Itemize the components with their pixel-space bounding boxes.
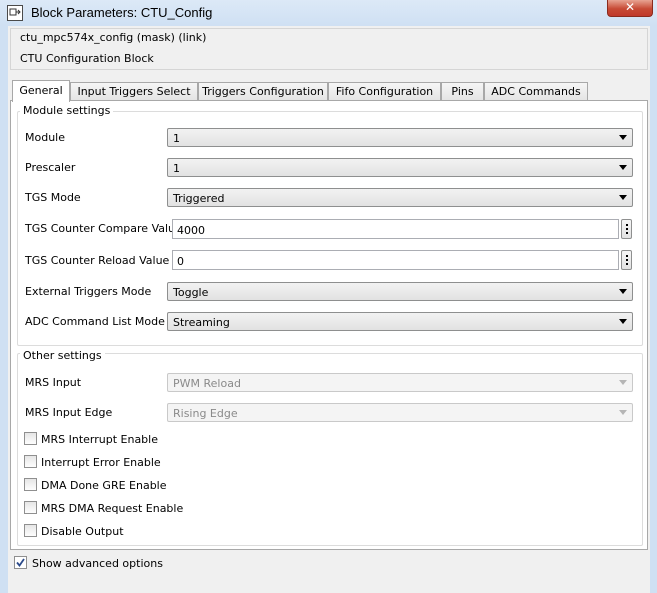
tgs-mode-label: TGS Mode [25,191,81,204]
mrs-dma-request-enable-label: MRS DMA Request Enable [41,502,184,515]
chevron-down-icon [619,289,627,294]
prescaler-label: Prescaler [25,161,76,174]
module-value: 1 [173,132,180,145]
block-description: CTU Configuration Block [20,52,154,65]
tab-panel-general: Module settings Module 1 Prescaler 1 TGS… [10,100,648,550]
window-frame-left [0,26,8,593]
other-settings-title: Other settings [20,349,105,362]
external-triggers-mode-label: External Triggers Mode [25,285,152,298]
mrs-input-label: MRS Input [25,376,82,389]
chevron-down-icon [619,380,627,385]
chevron-down-icon [619,195,627,200]
checkmark-icon [16,558,25,567]
mrs-input-edge-label: MRS Input Edge [25,406,113,419]
mrs-input-edge-value: Rising Edge [173,407,238,420]
tab-triggers-configuration[interactable]: Triggers Configuration [198,82,328,101]
chevron-down-icon [619,165,627,170]
interrupt-error-enable-label: Interrupt Error Enable [41,456,161,469]
adc-command-list-mode-label: ADC Command List Mode [25,315,165,328]
mrs-interrupt-enable-label: MRS Interrupt Enable [41,433,158,446]
tab-pins[interactable]: Pins [441,82,484,101]
external-triggers-mode-select[interactable]: Toggle [167,282,633,301]
tgs-counter-compare-value: 4000 [177,224,205,237]
mrs-interrupt-enable-checkbox[interactable] [24,432,37,445]
dma-done-gre-enable-checkbox[interactable] [24,478,37,491]
close-icon: ✕ [624,0,636,14]
window-frame-right [650,26,657,593]
prescaler-select[interactable]: 1 [167,158,633,177]
interrupt-error-enable-checkbox[interactable] [24,455,37,468]
window-title: Block Parameters: CTU_Config [31,5,213,20]
close-button[interactable]: ✕ [607,0,653,17]
tab-adc-commands[interactable]: ADC Commands [484,82,588,101]
chevron-down-icon [619,135,627,140]
tab-fifo-configuration[interactable]: Fifo Configuration [328,82,441,101]
block-name: ctu_mpc574x_config (mask) (link) [20,31,207,44]
adc-command-list-mode-select[interactable]: Streaming [167,312,633,331]
module-select[interactable]: 1 [167,128,633,147]
mrs-input-edge-select[interactable]: Rising Edge [167,403,633,422]
mrs-input-select[interactable]: PWM Reload [167,373,633,392]
chevron-down-icon [619,319,627,324]
tgs-counter-compare-input[interactable]: 4000 [172,219,619,239]
tab-input-triggers-select[interactable]: Input Triggers Select [70,82,198,101]
module-settings-title: Module settings [20,104,114,117]
external-triggers-mode-value: Toggle [173,286,209,299]
tgs-counter-reload-label: TGS Counter Reload Value [25,254,170,267]
more-options-icon[interactable] [621,250,632,270]
tgs-counter-compare-label: TGS Counter Compare Value [25,222,182,235]
disable-output-checkbox[interactable] [24,524,37,537]
tgs-mode-select[interactable]: Triggered [167,188,633,207]
simulink-block-icon [7,5,23,21]
more-options-icon[interactable] [621,219,632,239]
show-advanced-options-label: Show advanced options [32,557,163,570]
title-bar: Block Parameters: CTU_Config ✕ [0,0,657,26]
chevron-down-icon [619,410,627,415]
prescaler-value: 1 [173,162,180,175]
tgs-mode-value: Triggered [173,192,225,205]
tgs-counter-reload-input[interactable]: 0 [172,250,619,270]
mrs-input-value: PWM Reload [173,377,241,390]
adc-command-list-mode-value: Streaming [173,316,230,329]
tgs-counter-reload-value: 0 [177,255,184,268]
dma-done-gre-enable-label: DMA Done GRE Enable [41,479,167,492]
show-advanced-options-checkbox[interactable] [14,556,27,569]
disable-output-label: Disable Output [41,525,124,538]
mrs-dma-request-enable-checkbox[interactable] [24,501,37,514]
tab-general[interactable]: General [12,80,70,102]
module-label: Module [25,131,65,144]
